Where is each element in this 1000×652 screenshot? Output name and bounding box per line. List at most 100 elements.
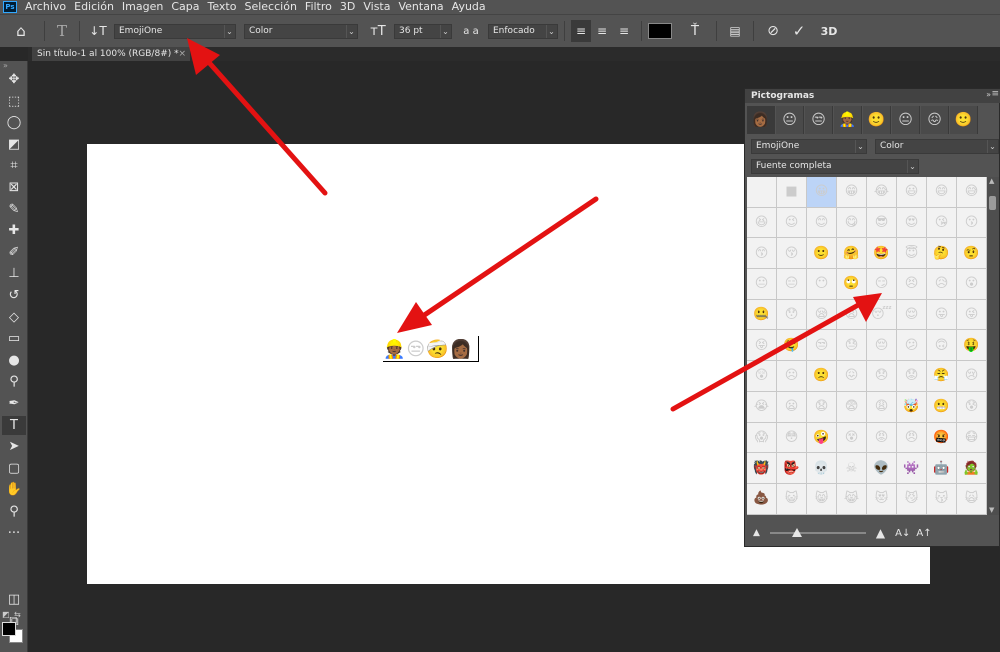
- menu-3d[interactable]: 3D: [336, 0, 359, 14]
- glyph-cell[interactable]: ■: [777, 177, 807, 208]
- font-style-select[interactable]: Color ⌄: [244, 23, 358, 39]
- glyph-cell[interactable]: 😉: [777, 207, 807, 239]
- glyph-cell[interactable]: 😔: [867, 330, 897, 362]
- scroll-thumb[interactable]: [989, 196, 996, 210]
- glyph-cell[interactable]: 😨: [837, 391, 867, 423]
- slider-thumb[interactable]: [791, 528, 802, 537]
- gradient-tool-icon[interactable]: ▭: [2, 329, 26, 348]
- eraser-tool-icon[interactable]: ◇: [2, 308, 26, 327]
- glyph-cell[interactable]: 🙁: [807, 361, 837, 392]
- glyph-cell[interactable]: 😼: [897, 483, 927, 515]
- type-tool-preset-icon[interactable]: T: [51, 20, 73, 42]
- glyph-size-slider[interactable]: [769, 528, 866, 538]
- path-select-tool-icon[interactable]: ➤: [2, 437, 26, 456]
- recent-glyph-cell[interactable]: 😐: [776, 106, 804, 134]
- glyph-cell[interactable]: 😃: [897, 177, 927, 208]
- glyph-cell[interactable]: 🙂: [807, 238, 837, 270]
- glyph-cell[interactable]: 😇: [897, 238, 927, 270]
- recent-glyph-cell[interactable]: 🙂: [950, 106, 978, 134]
- glyph-cell[interactable]: 😩: [867, 391, 897, 423]
- crop-tool-icon[interactable]: ⌗: [2, 156, 26, 175]
- glyph-cell[interactable]: 👽: [867, 453, 897, 484]
- glyph-cell[interactable]: 😦: [777, 391, 807, 423]
- frame-tool-icon[interactable]: ⊠: [2, 178, 26, 197]
- eyedropper-tool-icon[interactable]: ✎: [2, 200, 26, 219]
- glyph-cell[interactable]: 😴: [867, 299, 897, 331]
- recent-glyph-cell[interactable]: 👩🏾: [747, 106, 775, 134]
- glyph-cell[interactable]: 😜: [957, 299, 987, 331]
- glyph-cell[interactable]: 🤐: [747, 299, 777, 331]
- glyph-cell[interactable]: 🤯: [897, 391, 927, 423]
- glyph-cell[interactable]: 😥: [927, 269, 957, 300]
- align-right-icon[interactable]: ≡: [613, 20, 635, 42]
- lasso-tool-icon[interactable]: ◯: [2, 113, 26, 132]
- glyph-cell[interactable]: 😌: [897, 299, 927, 331]
- align-center-icon[interactable]: ≡: [591, 20, 613, 42]
- glyph-cell[interactable]: 😎: [867, 207, 897, 239]
- shape-tool-icon[interactable]: ▢: [2, 459, 26, 478]
- recent-glyph-cell[interactable]: 😐: [892, 106, 920, 134]
- increase-font-icon[interactable]: A↑: [916, 528, 931, 539]
- glyph-cell[interactable]: 😧: [807, 391, 837, 423]
- menu-edicion[interactable]: Edición: [70, 0, 118, 14]
- menu-ventana[interactable]: Ventana: [394, 0, 447, 14]
- glyph-cell[interactable]: 🤖: [927, 453, 957, 484]
- glyph-cell[interactable]: 😙: [747, 238, 777, 270]
- decrease-font-icon[interactable]: A↓: [895, 528, 910, 539]
- dodge-tool-icon[interactable]: ⚲: [2, 372, 26, 391]
- glyph-cell[interactable]: 😏: [867, 269, 897, 300]
- glyph-cell[interactable]: 😁: [837, 177, 867, 208]
- glyph-cell[interactable]: 🙄: [837, 269, 867, 300]
- glyph-cell[interactable]: 😚: [777, 238, 807, 270]
- glyph-cell[interactable]: 😍: [897, 207, 927, 239]
- glyph-subset-select[interactable]: Fuente completa ⌄: [751, 159, 919, 174]
- glyph-cell[interactable]: 🤪: [807, 422, 837, 454]
- move-tool-icon[interactable]: ✥: [2, 70, 26, 89]
- font-size-select[interactable]: 36 pt ⌄: [394, 23, 452, 39]
- glyph-cell[interactable]: 😛: [927, 299, 957, 331]
- glyph-cell[interactable]: 😸: [807, 483, 837, 515]
- glyph-cell[interactable]: 🤗: [837, 238, 867, 270]
- expand-grip-icon[interactable]: »: [3, 62, 8, 70]
- glyph-cell[interactable]: 😣: [897, 269, 927, 300]
- glyph-cell[interactable]: 👹: [747, 453, 777, 484]
- glyph-cell[interactable]: 😗: [957, 207, 987, 239]
- marquee-tool-icon[interactable]: ⬚: [2, 92, 26, 111]
- glyph-cell[interactable]: 😡: [867, 422, 897, 454]
- glyph-cell[interactable]: 😹: [837, 483, 867, 515]
- glyph-cell[interactable]: 😄: [927, 177, 957, 208]
- brush-tool-icon[interactable]: ✐: [2, 243, 26, 262]
- collapse-panel-icon[interactable]: »: [986, 90, 991, 99]
- glyph-cell[interactable]: 😀: [807, 177, 837, 208]
- menu-filtro[interactable]: Filtro: [301, 0, 336, 14]
- glyph-cell[interactable]: ☹: [777, 361, 807, 392]
- glyph-cell[interactable]: 😱: [747, 422, 777, 454]
- glyph-cell[interactable]: 😠: [897, 422, 927, 454]
- glyph-cell[interactable]: 👾: [897, 453, 927, 484]
- glyph-cell[interactable]: 😳: [777, 422, 807, 454]
- glyph-cell[interactable]: 😲: [747, 361, 777, 392]
- antialias-select[interactable]: Enfocado ⌄: [488, 23, 558, 39]
- glyph-cell[interactable]: 🤑: [957, 330, 987, 362]
- more-tool-icon[interactable]: ···: [2, 524, 26, 543]
- glyph-cell[interactable]: 😘: [927, 207, 957, 239]
- scroll-up-icon[interactable]: ▲: [989, 177, 994, 185]
- glyph-cell[interactable]: 🤩: [867, 238, 897, 270]
- glyph-cell[interactable]: 🤤: [777, 330, 807, 362]
- glyph-scrollbar[interactable]: ▲ ▼: [987, 177, 999, 515]
- glyph-cell[interactable]: 🧟: [957, 453, 987, 484]
- zoom-tool-icon[interactable]: ⚲: [2, 502, 26, 521]
- recent-glyph-cell[interactable]: 😒: [805, 106, 833, 134]
- text-layer[interactable]: 👷🏾 😒 🤕 👩🏾: [383, 336, 479, 362]
- recent-glyph-cell[interactable]: 👷🏾: [834, 106, 862, 134]
- character-panel-icon[interactable]: ▤: [723, 20, 747, 42]
- quick-mask-icon[interactable]: ◫: [2, 590, 26, 609]
- text-color-swatch[interactable]: [648, 23, 672, 39]
- glyph-cell[interactable]: 😬: [927, 391, 957, 423]
- glyph-cell[interactable]: 😫: [837, 299, 867, 331]
- hand-tool-icon[interactable]: ✋: [2, 480, 26, 499]
- foreground-color-swatch[interactable]: [2, 622, 16, 636]
- commit-check-icon[interactable]: ✓: [786, 20, 812, 42]
- glyph-cell[interactable]: 🤔: [927, 238, 957, 270]
- glyph-cell[interactable]: 🙀: [957, 483, 987, 515]
